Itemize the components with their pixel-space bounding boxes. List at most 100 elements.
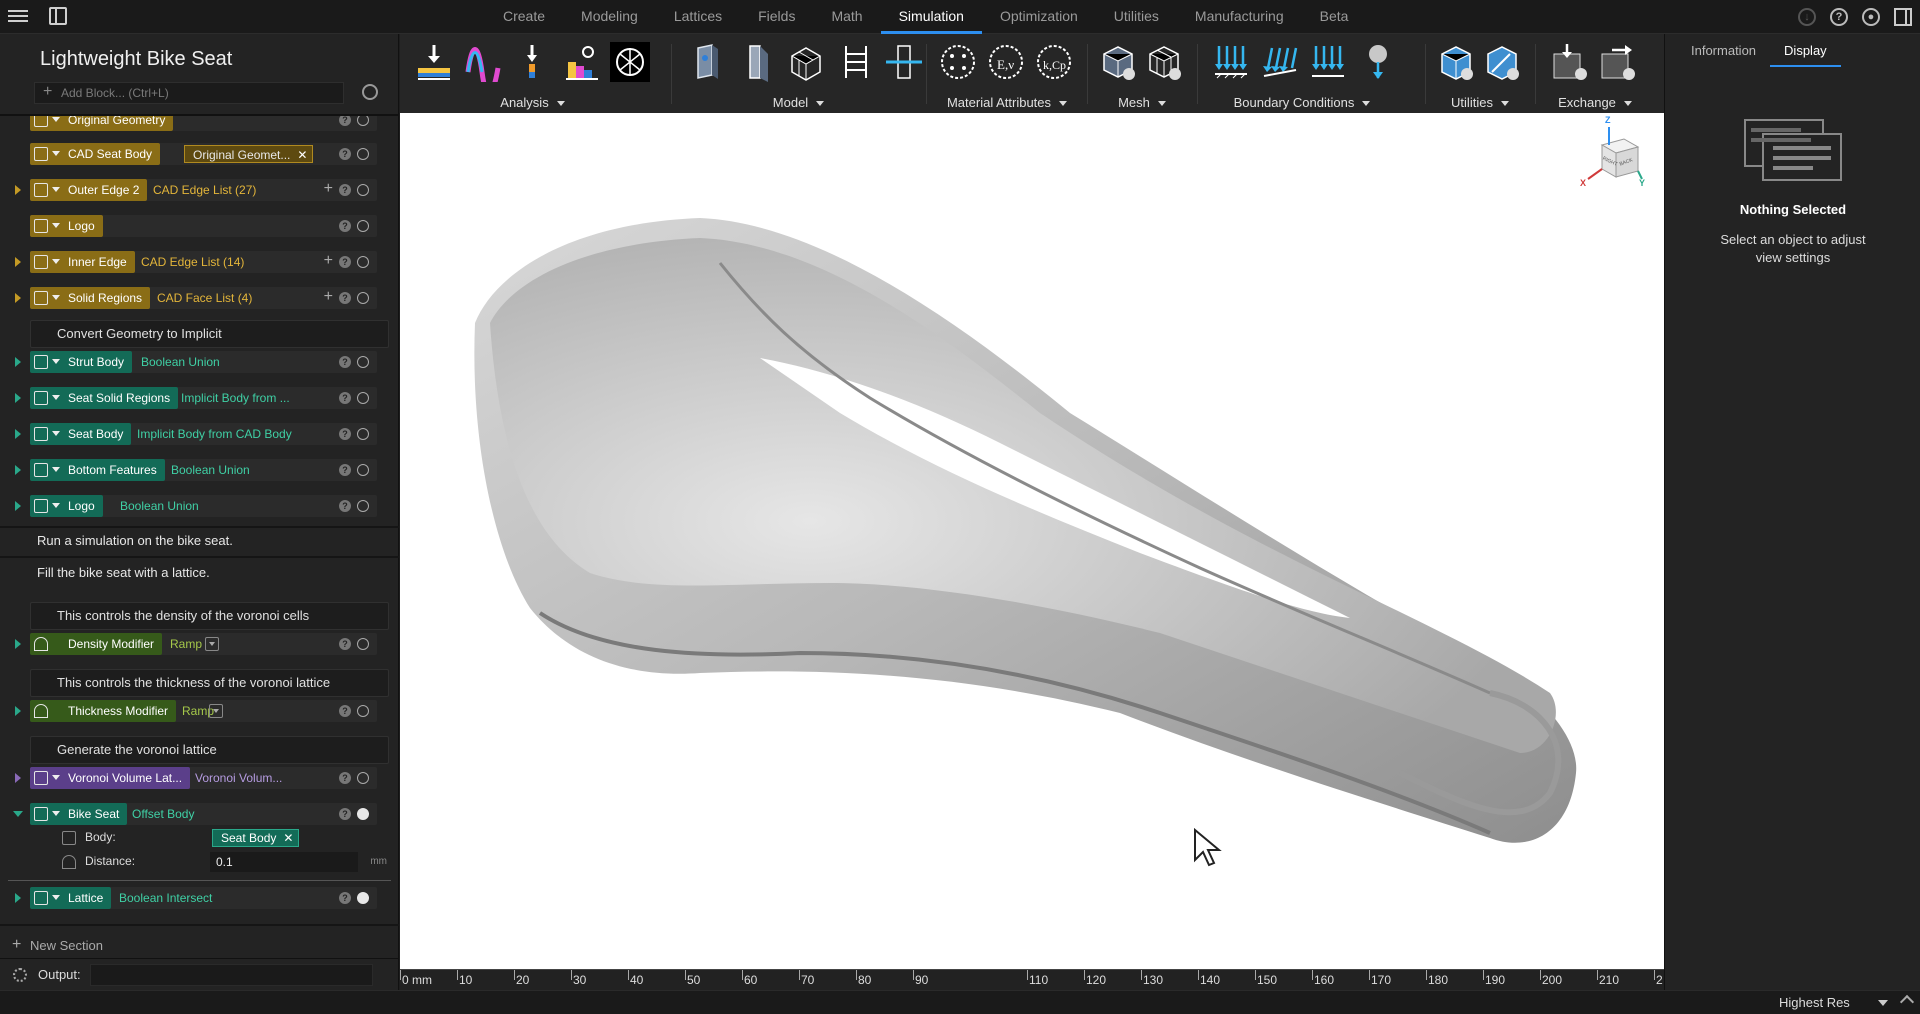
new-section-button[interactable]: New Section (0, 931, 399, 960)
section-simulation[interactable]: Run a simulation on the bike seat. (0, 527, 399, 555)
help-icon[interactable]: ? (339, 500, 351, 512)
help-icon[interactable]: ? (339, 892, 351, 904)
visibility-toggle-icon[interactable] (357, 148, 369, 160)
visibility-toggle-icon[interactable] (357, 356, 369, 368)
visibility-toggle-icon[interactable] (357, 116, 369, 126)
tree-row-strut-body[interactable]: Strut Body Boolean Union ? (0, 348, 399, 376)
add-icon[interactable]: + (324, 180, 333, 198)
block-chip[interactable]: Original Geometry (30, 116, 174, 131)
comment-block[interactable]: This controls the thickness of the voron… (30, 669, 389, 697)
chevron-down-icon[interactable] (52, 811, 60, 816)
render-resolution-select[interactable]: Highest Res (1775, 994, 1890, 1012)
3d-viewport[interactable]: RIGHT BACK Z X Y (400, 113, 1664, 969)
chevron-down-icon[interactable] (52, 359, 60, 364)
tree-row-seat-body[interactable]: Seat Body Implicit Body from CAD Body ? (0, 420, 399, 448)
tab-utilities[interactable]: Utilities (1096, 0, 1177, 34)
fixed-constraint-icon[interactable] (1211, 42, 1251, 82)
tree-row-lattice[interactable]: Lattice Boolean Intersect ? (0, 884, 399, 912)
chevron-down-icon[interactable] (52, 151, 60, 156)
chevron-down-icon[interactable] (52, 259, 60, 264)
tree-row-inner-edge[interactable]: Inner Edge CAD Edge List (14) +? (0, 248, 399, 276)
block-chip[interactable]: Voronoi Volume Lat... (30, 767, 191, 789)
fe-volume-mesh-icon[interactable] (1144, 42, 1184, 82)
visibility-toggle-icon[interactable] (357, 392, 369, 404)
collapse-arrow-icon[interactable] (13, 811, 23, 817)
ribbon-group-label[interactable]: Boundary Conditions (1202, 95, 1402, 110)
comment-block[interactable]: This controls the density of the voronoi… (30, 602, 389, 630)
left-panel-toggle-icon[interactable] (49, 7, 67, 25)
help-icon[interactable]: ? (339, 356, 351, 368)
tree-row-logo-cad[interactable]: Logo ? (0, 212, 399, 240)
help-icon[interactable]: ? (339, 148, 351, 160)
tree-row-seat-solid-regions[interactable]: Seat Solid Regions Implicit Body from ..… (0, 384, 399, 412)
export-fe-icon[interactable] (1598, 42, 1638, 82)
help-icon[interactable]: ? (1830, 8, 1848, 26)
solver-settings-icon[interactable] (610, 42, 650, 82)
visibility-toggle-icon[interactable] (357, 428, 369, 440)
visibility-toggle-icon[interactable] (357, 220, 369, 232)
pressure-load-icon[interactable] (1308, 42, 1348, 82)
visibility-toggle-icon[interactable] (357, 772, 369, 784)
visibility-toggle-icon[interactable] (357, 464, 369, 476)
chevron-down-icon[interactable] (52, 431, 60, 436)
help-icon[interactable]: ? (339, 464, 351, 476)
tab-beta[interactable]: Beta (1302, 0, 1367, 34)
ribbon-group-label[interactable]: Model (676, 95, 921, 110)
comment-block[interactable]: Generate the voronoi lattice (30, 736, 389, 764)
tab-modeling[interactable]: Modeling (563, 0, 656, 34)
chevron-down-icon[interactable] (52, 503, 60, 508)
tree-row-bottom-features[interactable]: Bottom Features Boolean Union ? (0, 456, 399, 484)
tab-information[interactable]: Information (1677, 34, 1770, 68)
tab-lattices[interactable]: Lattices (656, 0, 740, 34)
connector-icon[interactable] (884, 42, 924, 82)
ribbon-group-label[interactable]: Analysis (400, 95, 665, 110)
hamburger-menu-icon[interactable] (8, 7, 28, 25)
ramp-dropdown[interactable] (205, 637, 219, 651)
fe-mesh-icon[interactable] (1098, 42, 1138, 82)
tab-fields[interactable]: Fields (740, 0, 813, 34)
material-icon[interactable] (938, 42, 978, 82)
gear-icon[interactable] (13, 968, 27, 982)
visibility-toggle-icon[interactable] (357, 638, 369, 650)
visibility-toggle-icon[interactable] (357, 705, 369, 717)
visibility-toggle-icon[interactable] (357, 256, 369, 268)
expand-arrow-icon[interactable] (15, 185, 21, 195)
refresh-icon[interactable] (362, 84, 378, 100)
add-icon[interactable]: + (324, 288, 333, 306)
help-icon[interactable]: ? (339, 220, 351, 232)
shell-body-icon[interactable] (738, 42, 778, 82)
close-icon[interactable]: ✕ (297, 146, 307, 164)
static-analysis-icon[interactable] (414, 42, 454, 82)
block-chip[interactable]: Inner Edge (30, 251, 135, 273)
block-chip[interactable]: Logo (30, 495, 103, 517)
view-cube[interactable]: RIGHT BACK Z X Y (1576, 115, 1646, 191)
model-body-icon[interactable] (688, 42, 728, 82)
chevron-down-icon[interactable] (52, 775, 60, 780)
tab-math[interactable]: Math (813, 0, 880, 34)
block-chip[interactable]: Seat Solid Regions (30, 387, 179, 409)
block-chip[interactable]: Strut Body (30, 351, 133, 373)
tree-row-thickness-modifier[interactable]: Thickness Modifier Ramp ? (0, 697, 399, 725)
mesh-model-icon[interactable] (786, 42, 826, 82)
tree-row-outer-edge[interactable]: Outer Edge 2 CAD Edge List (27) +? (0, 176, 399, 204)
ribbon-group-label[interactable]: Exchange (1540, 95, 1650, 110)
beam-model-icon[interactable] (836, 42, 876, 82)
comment-block[interactable]: Convert Geometry to Implicit (30, 320, 389, 348)
tree-row[interactable]: Original Geometry ? (0, 116, 399, 134)
tree-row-density-modifier[interactable]: Density Modifier Ramp ? (0, 630, 399, 658)
ribbon-group-label[interactable]: Mesh (1092, 95, 1192, 110)
block-chip[interactable]: Solid Regions (30, 287, 151, 309)
tab-create[interactable]: Create (485, 0, 563, 34)
input-tag[interactable]: Original Geomet... ✕ (184, 145, 314, 164)
tree-row-cad-seat-body[interactable]: CAD Seat Body Original Geomet... ✕ ? (0, 140, 399, 168)
section-lattice[interactable]: Fill the bike seat with a lattice. (0, 559, 399, 587)
add-block-input[interactable]: Add Block... (Ctrl+L) (34, 82, 344, 104)
help-icon[interactable]: ? (339, 428, 351, 440)
tree-row-bike-seat[interactable]: Bike Seat Offset Body ? (0, 800, 399, 828)
output-field[interactable] (90, 964, 373, 986)
body-input-tag[interactable]: Seat Body ✕ (212, 829, 300, 847)
help-icon[interactable]: ? (339, 808, 351, 820)
block-chip[interactable]: Logo (30, 215, 103, 237)
tab-display[interactable]: Display (1770, 34, 1841, 67)
temperature-bc-icon[interactable] (1358, 42, 1398, 82)
